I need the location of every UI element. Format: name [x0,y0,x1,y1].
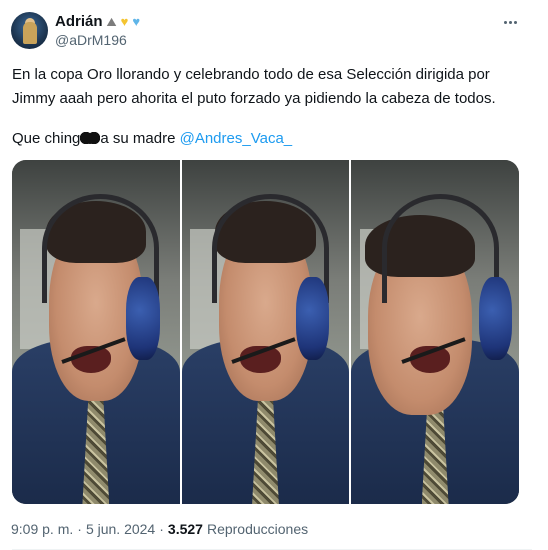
views-label: Reproducciones [206,521,309,537]
tweet-text-line-1: En la copa Oro llorando y celebrando tod… [12,66,496,107]
headset-earcup [295,276,330,360]
tweet-date[interactable]: 5 jun. 2024 [86,521,155,537]
blue-heart-icon: ♥ [132,13,141,29]
tweet-footer: 9:09 p. m. · 5 jun. 2024 · 3.527 Reprodu… [11,521,308,537]
tweet-card: Adrián ⛰ ♥ ♥ @aDrM196 En la copa Oro llo… [0,0,548,550]
headset-earcup [126,276,160,360]
text-fragment: Que ching [12,130,81,147]
author-handle[interactable]: @aDrM196 [55,32,127,48]
separator: · [77,521,82,537]
avatar-figure-body [23,22,37,44]
media-frame-1[interactable] [12,160,180,504]
avatar[interactable] [11,12,48,49]
media-frame-3[interactable] [351,160,519,504]
more-options-icon[interactable] [500,12,520,32]
dot [513,20,517,24]
author-name-row: Adrián ⛰ ♥ ♥ [55,12,140,31]
tweet-media[interactable] [12,160,519,504]
mountain-icon: ⛰ [106,14,117,29]
tweet-text-line-2: Que ching a su madre @Andres_Vaca_ [12,127,532,151]
headset-icon [381,194,499,303]
censor-emoji-icon [80,132,101,144]
text-fragment: a su madre [100,130,180,147]
author-display-name[interactable]: Adrián [55,12,103,31]
dot [508,20,512,24]
media-frame-2[interactable] [181,160,350,504]
separator: · [159,521,164,537]
yellow-heart-icon: ♥ [120,13,129,29]
mention-link[interactable]: @Andres_Vaca_ [180,130,293,147]
dot [503,20,507,24]
tweet-text: En la copa Oro llorando y celebrando tod… [12,63,532,151]
views-count: 3.527 [167,521,203,537]
headset-earcup [478,276,513,360]
tweet-time[interactable]: 9:09 p. m. [11,521,73,537]
